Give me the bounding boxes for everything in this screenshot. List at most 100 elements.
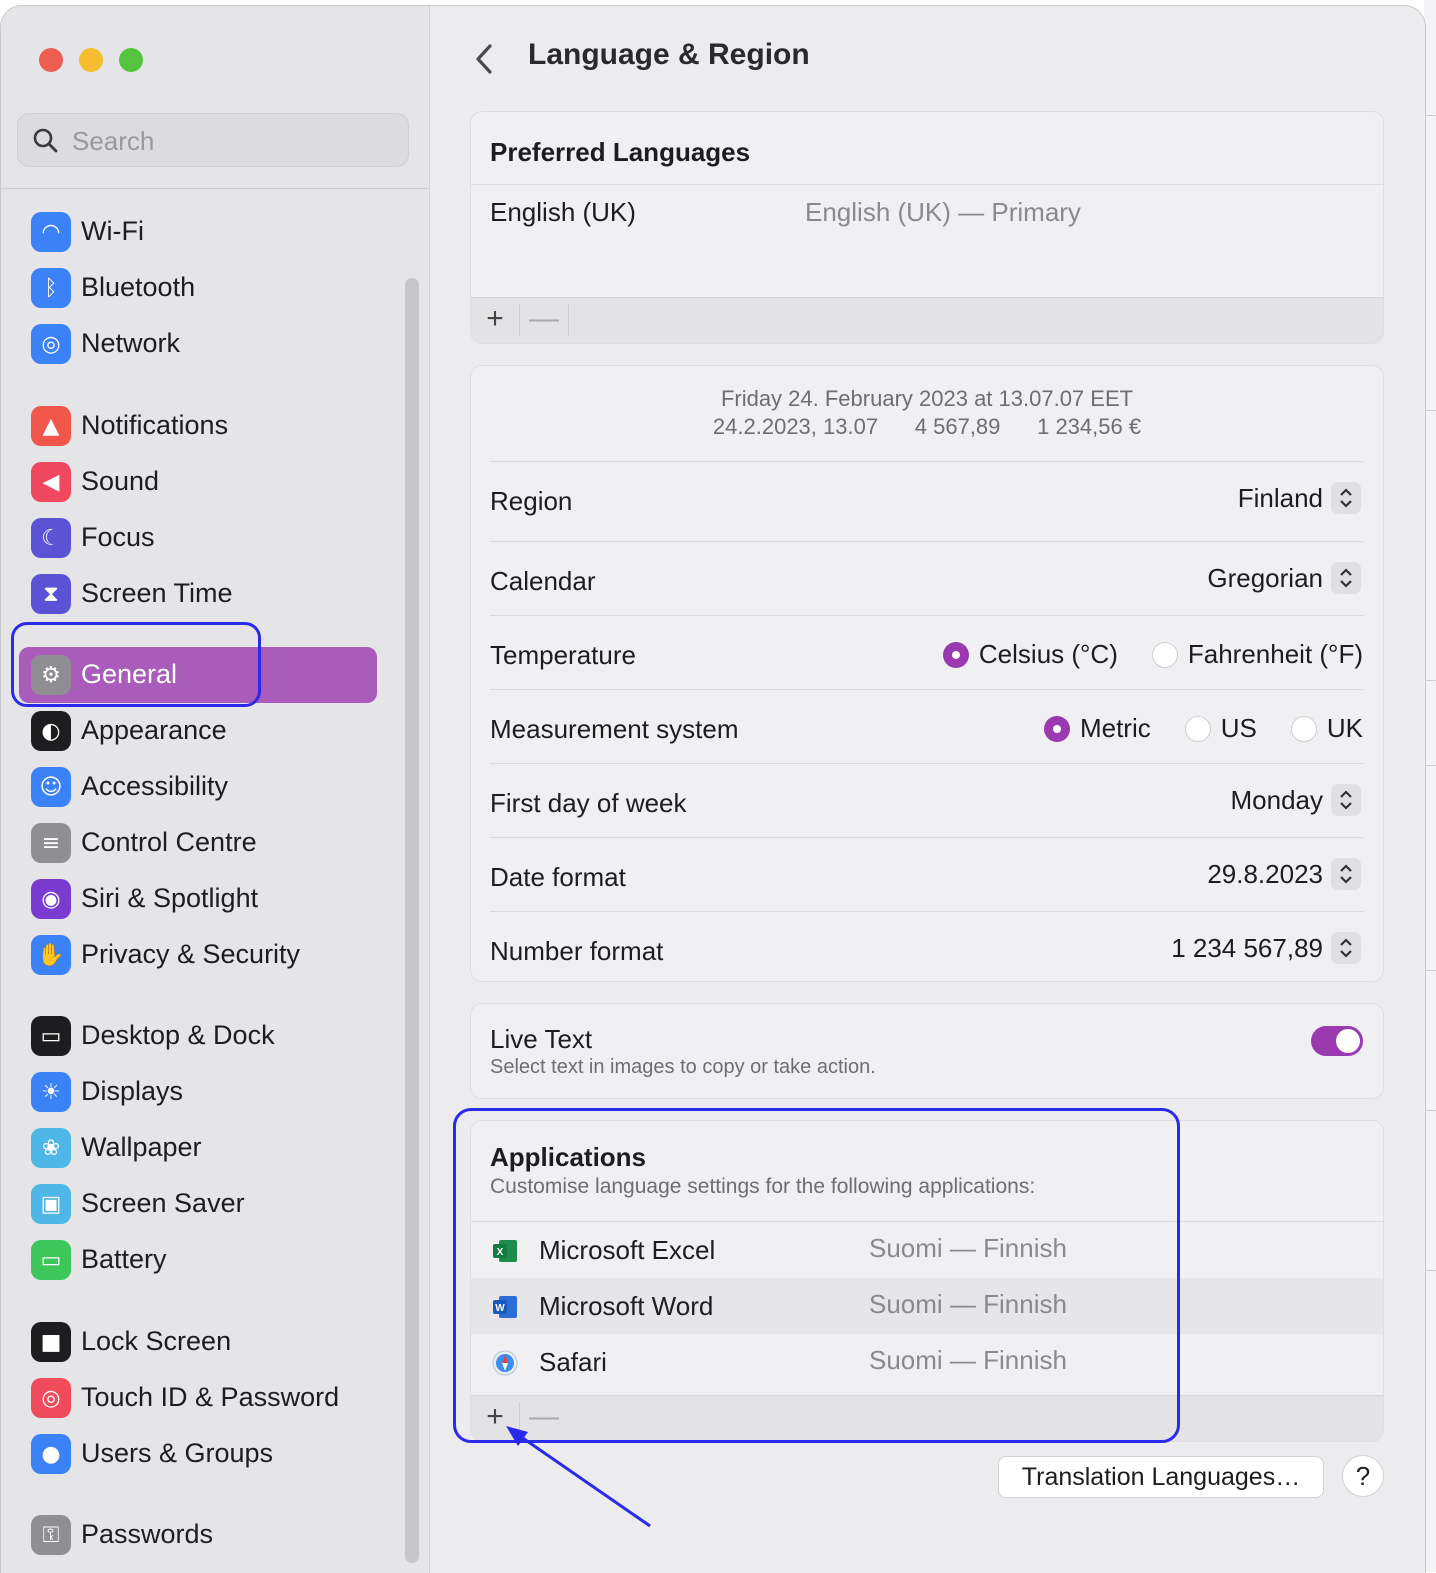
sidebar-item-accessibility[interactable]: ☺ Accessibility [19, 759, 377, 815]
background-divider [1426, 680, 1436, 681]
hand-icon: ✋ [31, 935, 71, 975]
back-chevron-icon[interactable] [470, 42, 500, 76]
sun-icon: ☀ [31, 1072, 71, 1112]
sidebar-item-siri-spotlight[interactable]: ◉ Siri & Spotlight [19, 871, 377, 927]
sidebar-item-desktop-dock[interactable]: ▭ Desktop & Dock [19, 1008, 377, 1064]
number-format-popup[interactable]: 1 234 567,89 [1171, 932, 1361, 964]
region-label: Region [490, 486, 573, 516]
close-window-button[interactable] [39, 48, 63, 72]
background-divider [1426, 1270, 1436, 1271]
sidebar-item-focus[interactable]: ☾ Focus [19, 510, 377, 566]
preferred-languages-card: Preferred Languages English (UK) English… [470, 111, 1384, 344]
add-language-button[interactable]: + [471, 302, 519, 338]
uk-label[interactable]: UK [1327, 713, 1363, 744]
sidebar-item-label: Accessibility [81, 771, 229, 801]
siri-icon: ◉ [31, 879, 71, 919]
sidebar-scrollbar[interactable] [405, 278, 419, 1563]
celsius-radio[interactable] [942, 641, 969, 668]
sidebar-item-screen-time[interactable]: ⧗ Screen Time [19, 566, 377, 622]
sidebar-item-notifications[interactable]: ▲ Notifications [19, 398, 377, 454]
sidebar-item-passwords[interactable]: ⚿ Passwords [19, 1507, 377, 1563]
metric-radio[interactable] [1043, 715, 1070, 742]
moon-icon: ☾ [31, 518, 71, 558]
first-day-popup[interactable]: Monday [1231, 784, 1361, 816]
sidebar-item-displays[interactable]: ☀ Displays [19, 1064, 377, 1120]
calendar-popup[interactable]: Gregorian [1207, 562, 1361, 594]
sidebar-item-control-centre[interactable]: ≡ Control Centre [19, 815, 377, 871]
fahrenheit-label[interactable]: Fahrenheit (°F) [1188, 639, 1363, 670]
row-divider [490, 461, 1364, 462]
search-field[interactable]: Search [17, 113, 409, 167]
sidebar-item-bluetooth[interactable]: ᛒ Bluetooth [19, 260, 377, 316]
chevron-updown-icon [1331, 932, 1361, 964]
chevron-updown-icon [1331, 482, 1361, 514]
annotation-highlight-general [11, 622, 261, 707]
sidebar-item-label: Wi-Fi [81, 216, 144, 246]
format-preview-line1: Friday 24. February 2023 at 13.07.07 EET [720, 386, 1134, 411]
sidebar-item-label: Users & Groups [81, 1438, 274, 1468]
measurement-label: Measurement system [490, 714, 739, 744]
sidebar-item-label: Siri & Spotlight [81, 883, 259, 913]
language-name[interactable]: English (UK) [490, 197, 636, 228]
us-label[interactable]: US [1221, 713, 1257, 744]
sidebar-item-users-groups[interactable]: ● Users & Groups [19, 1426, 377, 1482]
calendar-value: Gregorian [1207, 562, 1323, 593]
maximize-window-button[interactable] [119, 48, 143, 72]
fingerprint-icon: ◎ [31, 1378, 71, 1418]
temperature-label: Temperature [490, 640, 636, 670]
us-radio[interactable] [1184, 715, 1211, 742]
sidebar-item-label: Touch ID & Password [81, 1382, 340, 1412]
sidebar: Search ◠ Wi-Fi ᛒ Bluetooth ◎ Network ▲ Notifica… [1, 6, 430, 1573]
region-popup[interactable]: Finland [1238, 482, 1361, 514]
sidebar-item-battery[interactable]: ▭ Battery [19, 1232, 377, 1288]
sidebar-item-lock-screen[interactable]: ■ Lock Screen [19, 1314, 377, 1370]
sidebar-item-label: Focus [81, 522, 155, 552]
row-divider [490, 615, 1364, 616]
lock-icon: ■ [31, 1322, 71, 1362]
live-text-card: Live Text Select text in images to copy … [470, 1003, 1384, 1099]
minimize-window-button[interactable] [79, 48, 103, 72]
help-button[interactable]: ? [1342, 1455, 1384, 1497]
sidebar-item-screen-saver[interactable]: ▣ Screen Saver [19, 1176, 377, 1232]
sidebar-item-label: Sound [81, 466, 160, 496]
sidebar-item-privacy-security[interactable]: ✋ Privacy & Security [19, 927, 377, 983]
sidebar-item-appearance[interactable]: ◐ Appearance [19, 703, 377, 759]
translation-languages-button[interactable]: Translation Languages… [998, 1456, 1324, 1498]
uk-radio[interactable] [1290, 715, 1317, 742]
live-text-toggle[interactable] [1311, 1026, 1363, 1056]
calendar-label: Calendar [490, 566, 596, 596]
screensaver-icon: ▣ [31, 1184, 71, 1224]
row-divider [490, 911, 1364, 912]
region-settings-card: Friday 24. February 2023 at 13.07.07 EET… [470, 365, 1384, 982]
sidebar-item-label: Passwords [81, 1519, 214, 1549]
sidebar-item-label: Screen Saver [81, 1188, 245, 1218]
search-placeholder: Search [72, 126, 155, 156]
sidebar-item-sound[interactable]: ◀ Sound [19, 454, 377, 510]
search-icon [33, 128, 58, 153]
region-value: Finland [1237, 482, 1323, 513]
row-divider [490, 541, 1364, 542]
row-divider [490, 763, 1364, 764]
users-icon: ● [31, 1434, 71, 1474]
annotation-arrow-icon [506, 1426, 651, 1528]
sidebar-item-network[interactable]: ◎ Network [19, 316, 377, 372]
sidebar-item-wi-fi[interactable]: ◠ Wi-Fi [19, 204, 377, 260]
remove-language-button[interactable]: — [520, 302, 568, 338]
sidebar-item-wallpaper[interactable]: ❀ Wallpaper [19, 1120, 377, 1176]
celsius-label[interactable]: Celsius (°C) [979, 639, 1118, 670]
metric-label[interactable]: Metric [1080, 713, 1151, 744]
globe-icon: ◎ [31, 324, 71, 364]
sidebar-item-label: Privacy & Security [81, 939, 301, 969]
row-divider [471, 184, 1383, 185]
first-day-label: First day of week [490, 788, 687, 818]
background-divider [1426, 1110, 1436, 1111]
sidebar-item-touch-id-password[interactable]: ◎ Touch ID & Password [19, 1370, 377, 1426]
live-text-subtitle: Select text in images to copy or take ac… [490, 1056, 876, 1078]
row-divider [490, 689, 1364, 690]
format-preview-line2: 24.2.2023, 13.07 4 567,89 1 234,56 € [471, 414, 1383, 440]
hourglass-icon: ⧗ [31, 574, 71, 614]
number-format-label: Number format [490, 936, 664, 966]
fahrenheit-radio[interactable] [1151, 641, 1178, 668]
date-format-popup[interactable]: 29.8.2023 [1207, 858, 1361, 890]
date-format-label: Date format [490, 862, 626, 892]
